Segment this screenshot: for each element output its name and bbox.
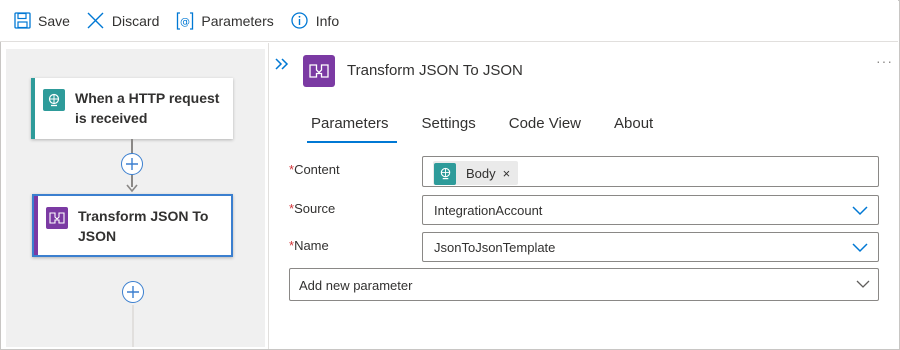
name-row: *Name JsonToJsonTemplate bbox=[289, 232, 879, 264]
source-row: *Source IntegrationAccount bbox=[289, 195, 879, 227]
tab-about[interactable]: About bbox=[602, 105, 665, 143]
body-token-label: Body bbox=[466, 165, 496, 181]
tab-parameters[interactable]: Parameters bbox=[299, 105, 401, 143]
trigger-title: When a HTTP request is received bbox=[75, 90, 220, 126]
content-row: *Content Body × bbox=[289, 156, 879, 188]
plus-icon bbox=[126, 158, 138, 170]
transform-action-card[interactable]: Transform JSON To JSON bbox=[32, 194, 233, 257]
name-value: JsonToJsonTemplate bbox=[434, 240, 556, 255]
body-token[interactable]: Body × bbox=[433, 161, 519, 185]
http-trigger-card[interactable]: When a HTTP request is received bbox=[31, 78, 233, 139]
add-new-parameter-label: Add new parameter bbox=[299, 278, 413, 293]
source-dropdown[interactable]: IntegrationAccount bbox=[422, 195, 879, 225]
close-icon bbox=[86, 11, 106, 31]
name-label-text: Name bbox=[294, 238, 329, 253]
insert-step-button[interactable] bbox=[121, 153, 143, 175]
parameters-button[interactable]: @ Parameters bbox=[175, 0, 274, 42]
remove-token-button[interactable]: × bbox=[503, 166, 511, 181]
name-label: *Name bbox=[289, 238, 329, 253]
connector-line bbox=[131, 139, 133, 154]
discard-button[interactable]: Discard bbox=[86, 0, 159, 42]
chevron-down-icon bbox=[852, 206, 868, 216]
info-icon bbox=[290, 11, 310, 31]
chevron-down-icon bbox=[856, 280, 870, 288]
tab-settings[interactable]: Settings bbox=[410, 105, 488, 143]
tab-code-view[interactable]: Code View bbox=[497, 105, 593, 143]
content-label-text: Content bbox=[294, 162, 340, 177]
parameters-label: Parameters bbox=[201, 12, 274, 29]
source-value: IntegrationAccount bbox=[434, 203, 543, 218]
arrow-down-icon bbox=[126, 184, 138, 193]
action-title: Transform JSON To JSON bbox=[78, 208, 209, 244]
transform-icon bbox=[46, 207, 68, 229]
name-dropdown[interactable]: JsonToJsonTemplate bbox=[422, 232, 879, 262]
http-request-icon bbox=[434, 162, 456, 185]
trigger-accent-bar bbox=[31, 78, 35, 139]
save-icon bbox=[12, 11, 32, 31]
source-label: *Source bbox=[289, 201, 335, 216]
parameters-icon: @ bbox=[175, 11, 195, 31]
add-step-button[interactable] bbox=[122, 281, 144, 303]
transform-icon bbox=[303, 55, 335, 87]
source-label-text: Source bbox=[294, 201, 336, 216]
action-details-panel: Transform JSON To JSON ··· Parameters Se… bbox=[268, 43, 899, 349]
save-label: Save bbox=[38, 12, 70, 29]
workflow-canvas[interactable]: When a HTTP request is received Transfor… bbox=[6, 49, 265, 347]
http-request-icon bbox=[43, 89, 65, 111]
action-accent-bar bbox=[34, 196, 38, 255]
content-label: *Content bbox=[289, 162, 340, 177]
more-options-button[interactable]: ··· bbox=[876, 53, 893, 69]
double-chevron-right-icon bbox=[275, 58, 289, 70]
info-label: Info bbox=[315, 12, 340, 29]
panel-title: Transform JSON To JSON bbox=[347, 62, 523, 79]
connector-line bbox=[132, 305, 134, 347]
panel-tabs: Parameters Settings Code View About bbox=[299, 105, 674, 145]
plus-icon bbox=[127, 286, 139, 298]
discard-label: Discard bbox=[111, 12, 160, 29]
add-new-parameter-dropdown[interactable]: Add new parameter bbox=[289, 268, 879, 301]
save-button[interactable]: Save bbox=[12, 0, 70, 42]
svg-text:@: @ bbox=[180, 17, 190, 28]
toolbar: Save Discard @ Parameters Info bbox=[0, 0, 898, 42]
chevron-down-icon bbox=[852, 243, 868, 253]
content-field[interactable]: Body × bbox=[422, 156, 879, 187]
collapse-panel-button[interactable] bbox=[275, 57, 291, 73]
info-button[interactable]: Info bbox=[290, 0, 339, 42]
